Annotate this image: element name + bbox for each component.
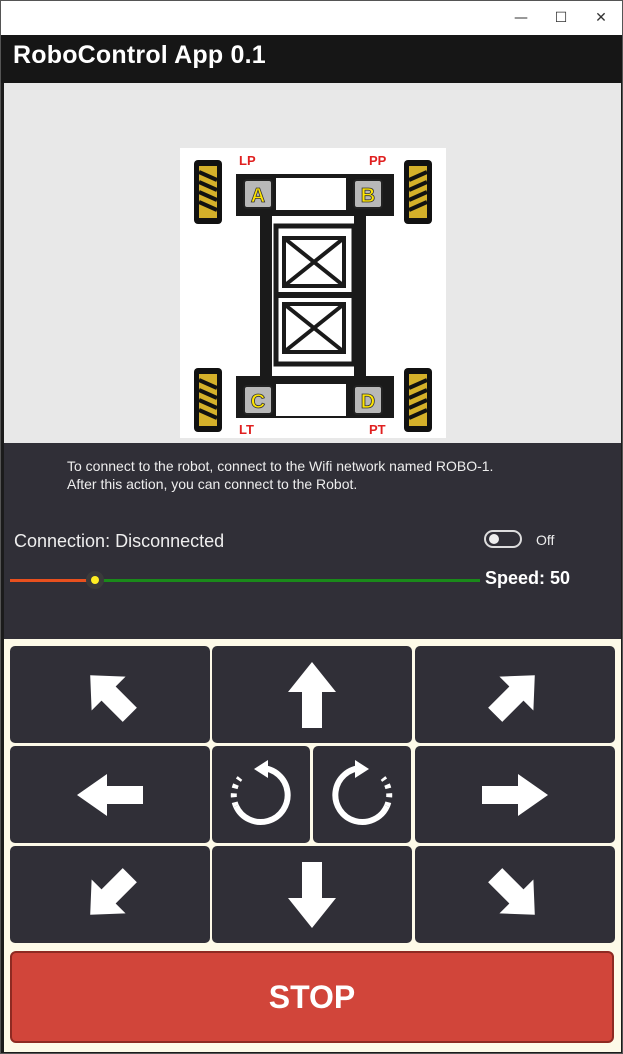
title-bar: — ☐ ✕ <box>1 1 622 35</box>
motor-d-label: D <box>361 391 375 413</box>
app-window: — ☐ ✕ RoboControl App 0.1 A B C D LP PP … <box>0 0 623 1054</box>
left-arrow-icon <box>77 773 143 816</box>
connection-toggle[interactable] <box>484 530 522 548</box>
wheel-rear-right <box>404 368 432 432</box>
robot-diagram: A B C D LP PP LT PT <box>180 148 446 438</box>
wheel-rear-left <box>194 368 222 432</box>
label-pt: PT <box>369 422 386 437</box>
speed-slider[interactable] <box>10 567 480 593</box>
wheel-front-left <box>194 160 222 224</box>
label-lp: LP <box>239 153 256 168</box>
move-forward-right-button[interactable] <box>415 646 615 743</box>
minimize-button[interactable]: — <box>501 1 541 35</box>
chassis-frame <box>236 174 394 418</box>
maximize-icon: ☐ <box>554 10 568 26</box>
move-right-button[interactable] <box>415 746 615 843</box>
down-right-arrow-icon <box>488 867 535 915</box>
up-left-arrow-icon <box>90 674 137 722</box>
close-icon: ✕ <box>595 10 607 26</box>
motor-b-label: B <box>361 185 375 207</box>
close-button[interactable]: ✕ <box>581 1 621 35</box>
move-backward-left-button[interactable] <box>10 846 210 943</box>
up-arrow-icon <box>288 661 336 728</box>
app-title: RoboControl App 0.1 <box>13 41 266 69</box>
move-left-button[interactable] <box>10 746 210 843</box>
connection-instructions: To connect to the robot, connect to the … <box>67 457 493 493</box>
stop-button[interactable]: STOP <box>10 951 614 1043</box>
toggle-knob <box>489 534 499 544</box>
wheel-front-right <box>404 160 432 224</box>
up-right-arrow-icon <box>488 674 535 722</box>
label-pp: PP <box>369 153 387 168</box>
toggle-state-label: Off <box>536 532 555 548</box>
instruction-line-2: After this action, you can connect to th… <box>67 476 358 492</box>
move-backward-right-button[interactable] <box>415 846 615 943</box>
move-forward-button[interactable] <box>212 646 412 743</box>
connection-status: Connection: Disconnected <box>14 531 225 551</box>
down-left-arrow-icon <box>90 867 137 915</box>
right-arrow-icon <box>482 773 548 816</box>
label-lt: LT <box>239 422 254 437</box>
connection-panel: To connect to the robot, connect to the … <box>4 443 621 639</box>
move-forward-left-button[interactable] <box>10 646 210 743</box>
minimize-icon: — <box>514 10 528 26</box>
motor-c-label: C <box>251 391 265 413</box>
speed-label: Speed: 50 <box>485 568 571 588</box>
down-arrow-icon <box>288 861 336 928</box>
slider-track-remaining <box>95 579 480 582</box>
motor-a-label: A <box>251 185 265 207</box>
move-backward-button[interactable] <box>212 846 412 943</box>
robot-image-area: A B C D LP PP LT PT <box>4 83 621 443</box>
maximize-button[interactable]: ☐ <box>541 1 581 35</box>
slider-track-filled <box>10 579 95 582</box>
rotate-left-icon <box>230 759 291 825</box>
control-pad: STOP <box>4 639 621 1052</box>
rotate-right-icon <box>332 759 393 825</box>
rotate-right-button[interactable] <box>313 746 411 843</box>
slider-thumb[interactable] <box>86 571 104 589</box>
app-header: RoboControl App 0.1 <box>1 35 622 83</box>
rotate-left-button[interactable] <box>212 746 310 843</box>
instruction-line-1: To connect to the robot, connect to the … <box>67 458 494 474</box>
